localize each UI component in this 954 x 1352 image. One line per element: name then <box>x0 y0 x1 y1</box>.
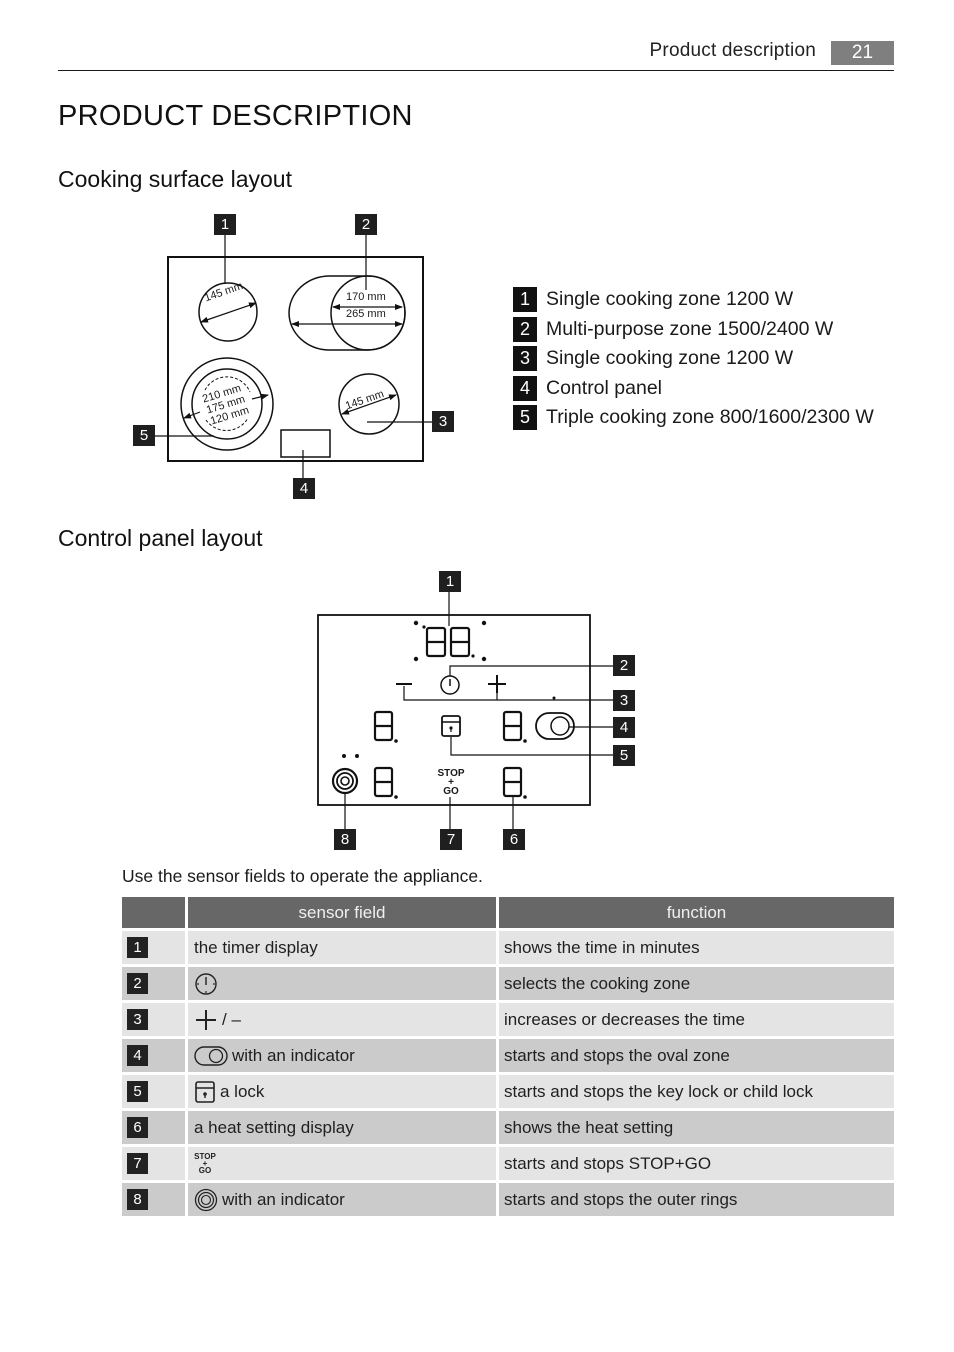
legend-number: 4 <box>513 375 537 401</box>
intro-text: Use the sensor fields to operate the app… <box>122 866 483 886</box>
row-number: 8 <box>127 1189 148 1210</box>
lock-icon <box>195 1080 215 1103</box>
lock-icon <box>441 715 461 737</box>
legend-number: 2 <box>513 316 537 342</box>
table-header-row: sensor field function <box>122 897 894 928</box>
row-number: 3 <box>127 1009 148 1030</box>
legend-number: 1 <box>513 287 537 313</box>
row-number: 7 <box>127 1153 148 1174</box>
row-number: 1 <box>127 937 148 958</box>
timer-display <box>425 626 471 658</box>
callout-3: 3 <box>432 411 454 432</box>
legend-text: Single cooking zone 1200 W <box>546 288 794 311</box>
panel-callout-1: 1 <box>439 571 461 592</box>
table-row: 2 selects the cooking zone <box>122 964 894 1000</box>
sensor-cell: the timer display <box>188 928 499 964</box>
sensor-cell: a lock <box>220 1081 265 1101</box>
plus-icon <box>196 1009 216 1030</box>
legend-number: 3 <box>513 346 537 372</box>
panel-callout-2: 2 <box>613 655 635 676</box>
legend-item: 3 Single cooking zone 1200 W <box>513 344 874 374</box>
function-cell: selects the cooking zone <box>499 964 894 1000</box>
sensor-cell: a heat setting display <box>188 1108 499 1144</box>
header-sensor-field: sensor field <box>188 897 499 928</box>
cooking-zone-legend: 1 Single cooking zone 1200 W 2 Multi-purpo… <box>513 285 874 433</box>
panel-callout-8: 8 <box>334 829 356 850</box>
panel-callout-4: 4 <box>613 717 635 738</box>
stop-go-sensor: STOP + GO <box>436 769 466 797</box>
table-row: 8 with an indicator starts and stops the… <box>122 1180 894 1216</box>
panel-callout-7: 7 <box>440 829 462 850</box>
stop-go-icon: STOP + GO <box>194 1152 216 1175</box>
sensor-cell: with an indicator <box>222 1189 345 1209</box>
legend-text: Multi-purpose zone 1500/2400 W <box>546 317 834 340</box>
control-panel-drawing <box>317 592 613 830</box>
go-label: GO <box>443 786 459 797</box>
control-panel-rect <box>280 429 331 458</box>
table-row: 3 / – increases or decreases the time <box>122 1000 894 1036</box>
legend-number: 5 <box>513 405 537 431</box>
table-row: 5 a lock starts and stops the key lock o… <box>122 1072 894 1108</box>
panel-callout-3: 3 <box>613 690 635 711</box>
row-number: 4 <box>127 1045 148 1066</box>
function-cell: increases or decreases the time <box>499 1000 894 1036</box>
legend-item: 4 Control panel <box>513 374 874 404</box>
rings-icon <box>194 1188 218 1211</box>
plus-sign <box>488 675 506 693</box>
table-row: 7 STOP + GO starts and stops STOP+GO <box>122 1144 894 1180</box>
sensor-table: sensor field function 1 the timer displa… <box>122 897 894 1216</box>
zone-2-outer-dimension: 265 mm <box>346 308 386 320</box>
panel-callout-5: 5 <box>613 745 635 766</box>
callout-2: 2 <box>355 214 377 235</box>
table-row: 4 with an indicator starts and stops the… <box>122 1036 894 1072</box>
function-cell: shows the time in minutes <box>499 928 894 964</box>
sensor-cell: with an indicator <box>232 1045 355 1065</box>
legend-text: Triple cooking zone 800/1600/2300 W <box>546 406 874 429</box>
row-number: 2 <box>127 973 148 994</box>
callout-5: 5 <box>133 425 155 446</box>
row-number: 6 <box>127 1117 148 1138</box>
function-cell: starts and stops the outer rings <box>499 1180 894 1216</box>
zone-2-inner-dimension: 170 mm <box>346 291 386 303</box>
oval-zone-icon <box>194 1045 228 1066</box>
table-row: 1 the timer display shows the time in mi… <box>122 928 894 964</box>
timer-select-icon <box>195 972 217 995</box>
function-cell: starts and stops the oval zone <box>499 1036 894 1072</box>
timer-select-icon <box>440 675 460 695</box>
legend-text: Control panel <box>546 376 662 399</box>
function-cell: starts and stops the key lock or child l… <box>499 1072 894 1108</box>
function-cell: starts and stops STOP+GO <box>499 1144 894 1180</box>
header-number <box>122 897 188 928</box>
rings-icon <box>331 767 359 795</box>
header-function: function <box>499 897 894 928</box>
legend-text: Single cooking zone 1200 W <box>546 347 794 370</box>
panel-callout-6: 6 <box>503 829 525 850</box>
table-row: 6 a heat setting display shows the heat … <box>122 1108 894 1144</box>
legend-item: 1 Single cooking zone 1200 W <box>513 285 874 315</box>
legend-item: 2 Multi-purpose zone 1500/2400 W <box>513 315 874 345</box>
legend-item: 5 Triple cooking zone 800/1600/2300 W <box>513 403 874 433</box>
section-heading-control-panel: Control panel layout <box>58 525 263 551</box>
oval-zone-icon <box>535 712 575 740</box>
function-cell: shows the heat setting <box>499 1108 894 1144</box>
callout-4: 4 <box>293 478 315 499</box>
row-number: 5 <box>127 1081 148 1102</box>
callout-1: 1 <box>214 214 236 235</box>
sensor-cell: / – <box>222 1009 241 1029</box>
